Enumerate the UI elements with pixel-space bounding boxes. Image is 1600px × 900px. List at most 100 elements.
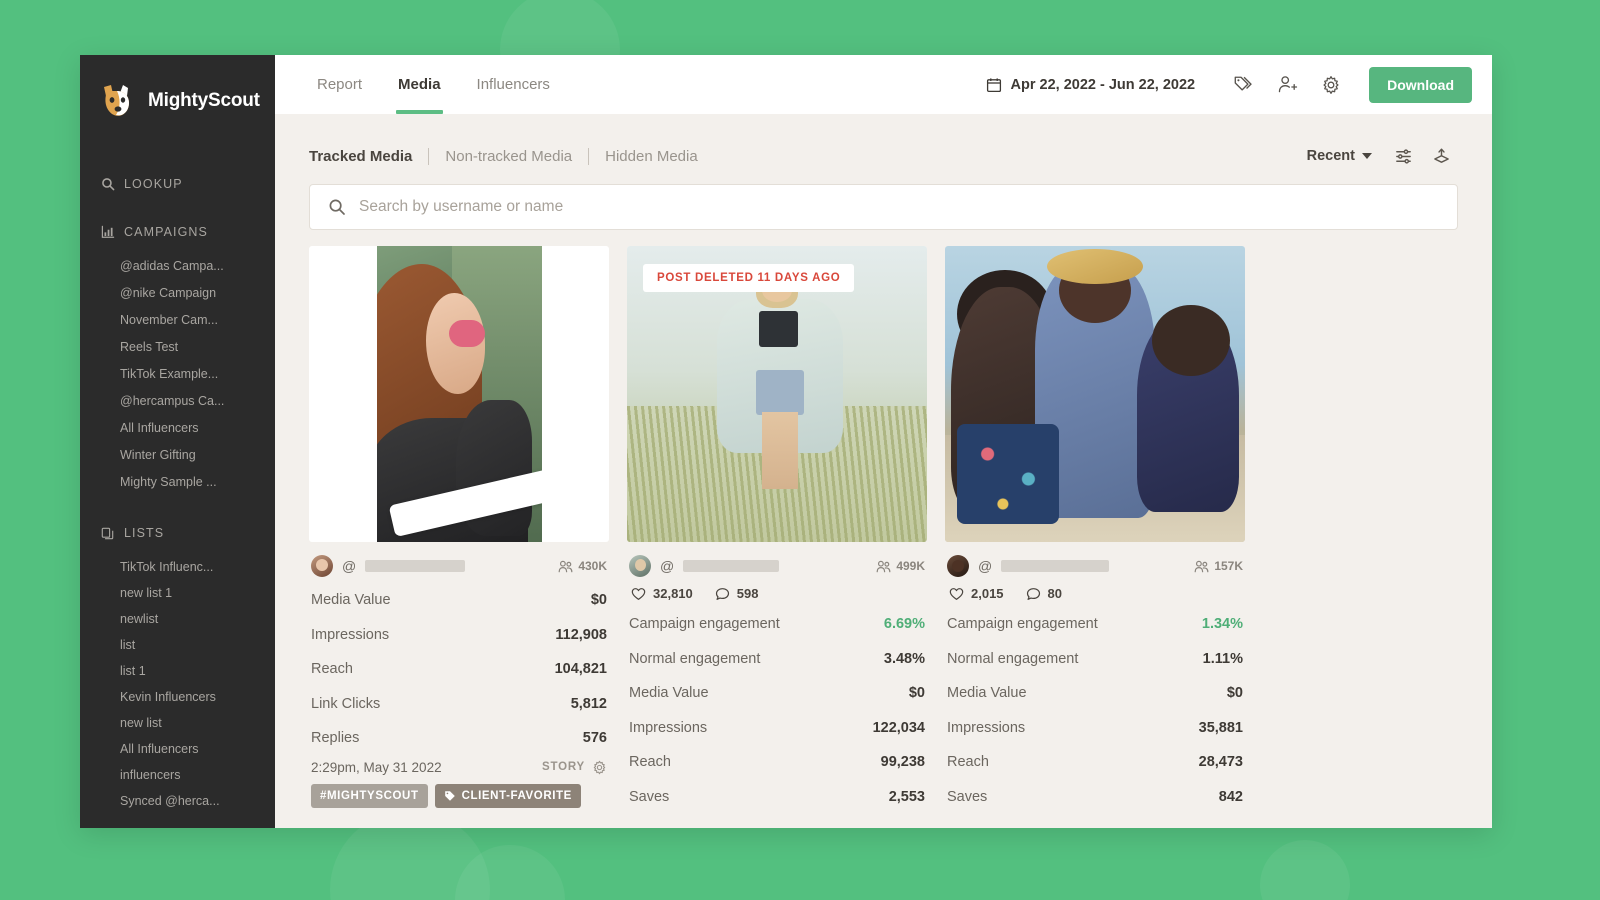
- sidebar-item-list[interactable]: All Influencers: [80, 736, 275, 762]
- media-thumbnail[interactable]: #MIGHTYSHADES: [309, 246, 609, 542]
- stat-label: Saves: [947, 788, 988, 805]
- stat-label: Media Value: [629, 685, 709, 702]
- handle-prefix: @: [978, 558, 993, 574]
- influencer-header[interactable]: @ 157K: [945, 542, 1245, 577]
- comments-group: 598: [715, 586, 758, 601]
- gear-icon[interactable]: [592, 760, 607, 775]
- export-button[interactable]: [1424, 140, 1458, 172]
- media-thumbnail[interactable]: [945, 246, 1245, 542]
- handle-prefix: @: [660, 558, 675, 574]
- sidebar-item-list[interactable]: influencers: [80, 762, 275, 788]
- stat-row: Campaign engagement 1.34%: [947, 607, 1243, 642]
- search-icon: [100, 177, 115, 192]
- sidebar-section-label: LOOKUP: [124, 177, 183, 191]
- sidebar-item-list[interactable]: Kevin Influencers: [80, 684, 275, 710]
- chart-bar-icon: [100, 225, 115, 240]
- comment-icon: [715, 587, 730, 601]
- search-icon: [328, 198, 346, 216]
- sidebar-item-campaign[interactable]: TikTok Example...: [80, 361, 275, 388]
- brand[interactable]: MightyScout: [80, 75, 275, 119]
- media-type-group[interactable]: STORY: [542, 760, 607, 775]
- influencer-header[interactable]: @ 430K: [309, 542, 609, 577]
- sidebar-item-list[interactable]: Synced @herca...: [80, 788, 275, 814]
- sidebar-section-campaigns[interactable]: CAMPAIGNS: [80, 219, 275, 245]
- avatar: [947, 555, 969, 577]
- tab-report[interactable]: Report: [299, 55, 380, 114]
- follower-count-label: 157K: [1214, 559, 1243, 573]
- media-footer: 2:29pm, May 31 2022 STORY: [309, 756, 609, 775]
- search-bar[interactable]: [309, 184, 1458, 230]
- subnav-non-tracked-media[interactable]: Non-tracked Media: [429, 148, 588, 165]
- download-button[interactable]: Download: [1369, 66, 1472, 103]
- main-area: Report Media Influencers Apr 22, 2022 - …: [275, 55, 1492, 828]
- subnav-tracked-media[interactable]: Tracked Media: [309, 148, 428, 165]
- comment-icon: [1026, 587, 1041, 601]
- stat-value: 104,821: [554, 661, 607, 678]
- media-card[interactable]: @ 157K 2,015 80 Campaign engagement 1.34…: [945, 246, 1245, 814]
- comments-count: 80: [1047, 586, 1063, 601]
- settings-button[interactable]: [1309, 65, 1353, 105]
- user-plus-icon: [1277, 74, 1298, 95]
- handle-redacted: [683, 560, 780, 572]
- media-card[interactable]: POST DELETED 11 DAYS AGO @ 499K 32,810 5…: [627, 246, 927, 814]
- stat-value: 1.11%: [1202, 650, 1243, 667]
- likes-count: 32,810: [653, 586, 693, 601]
- sidebar-item-campaign[interactable]: Reels Test: [80, 334, 275, 361]
- stat-value: 122,034: [872, 719, 925, 736]
- tag-chip[interactable]: #MIGHTYSCOUT: [311, 783, 428, 808]
- tab-media[interactable]: Media: [380, 55, 459, 114]
- stat-label: Saves: [629, 788, 670, 805]
- sidebar-item-list[interactable]: TikTok Influenc...: [80, 554, 275, 580]
- sidebar-item-list[interactable]: newlist: [80, 606, 275, 632]
- engagement-row: 2,015 80: [945, 577, 1245, 601]
- media-filter-links: Tracked Media Non-tracked Media Hidden M…: [309, 147, 714, 165]
- stat-label: Normal engagement: [629, 650, 761, 667]
- tag-chip-label: CLIENT-FAVORITE: [461, 789, 572, 802]
- avatar: [629, 555, 651, 577]
- stat-label: Impressions: [629, 719, 708, 736]
- sidebar-item-campaign[interactable]: @adidas Campa...: [80, 253, 275, 280]
- top-bar: Report Media Influencers Apr 22, 2022 - …: [275, 55, 1492, 114]
- media-subnav-actions: Recent: [1307, 140, 1458, 172]
- sidebar-item-campaign[interactable]: @hercampus Ca...: [80, 388, 275, 415]
- media-card[interactable]: #MIGHTYSHADES @ 430K Media Value $0 Impr…: [309, 246, 609, 814]
- tag-chip[interactable]: CLIENT-FAVORITE: [434, 783, 581, 808]
- stat-row: Normal engagement 3.48%: [629, 642, 925, 677]
- stat-value: 99,238: [880, 754, 925, 771]
- media-thumbnail[interactable]: POST DELETED 11 DAYS AGO: [627, 246, 927, 542]
- date-range-picker[interactable]: Apr 22, 2022 - Jun 22, 2022: [986, 77, 1222, 93]
- sidebar-item-list[interactable]: list: [80, 632, 275, 658]
- stat-row: Reach 28,473: [947, 745, 1243, 780]
- sidebar-section-lists[interactable]: LISTS: [80, 520, 275, 546]
- sidebar-item-campaign[interactable]: November Cam...: [80, 307, 275, 334]
- sidebar-item-list[interactable]: new list: [80, 710, 275, 736]
- sidebar-item-list[interactable]: new list 1: [80, 580, 275, 606]
- people-icon: [876, 560, 891, 573]
- stat-label: Impressions: [311, 626, 390, 643]
- sidebar-item-campaign[interactable]: All Influencers: [80, 415, 275, 442]
- heart-icon: [631, 587, 646, 601]
- group-beach-photo: [945, 246, 1245, 542]
- influencer-header[interactable]: @ 499K: [627, 542, 927, 577]
- sidebar-item-campaign[interactable]: Winter Gifting: [80, 442, 275, 469]
- tab-influencers[interactable]: Influencers: [459, 55, 568, 114]
- sidebar-item-list[interactable]: list 1: [80, 658, 275, 684]
- stat-label: Reach: [947, 754, 989, 771]
- sort-dropdown[interactable]: Recent: [1307, 148, 1382, 164]
- sidebar-item-campaign[interactable]: Mighty Sample ...: [80, 469, 275, 496]
- stat-label: Reach: [311, 661, 353, 678]
- tags-button[interactable]: [1221, 65, 1265, 105]
- search-input[interactable]: [359, 198, 1439, 216]
- stat-value: 28,473: [1198, 754, 1243, 771]
- sidebar: MightyScout LOOKUP CAMPAIGNS @adidas Cam…: [80, 55, 275, 828]
- sidebar-item-campaign[interactable]: @nike Campaign: [80, 280, 275, 307]
- subnav-hidden-media[interactable]: Hidden Media: [589, 148, 714, 165]
- sidebar-section-lookup[interactable]: LOOKUP: [80, 171, 275, 197]
- background-decoration: [1260, 840, 1350, 900]
- follower-count: 499K: [876, 559, 925, 573]
- stat-row: Media Value $0: [629, 676, 925, 711]
- follower-count-label: 499K: [896, 559, 925, 573]
- filter-button[interactable]: [1386, 140, 1420, 172]
- add-user-button[interactable]: [1265, 65, 1309, 105]
- stat-value: 5,812: [570, 695, 607, 712]
